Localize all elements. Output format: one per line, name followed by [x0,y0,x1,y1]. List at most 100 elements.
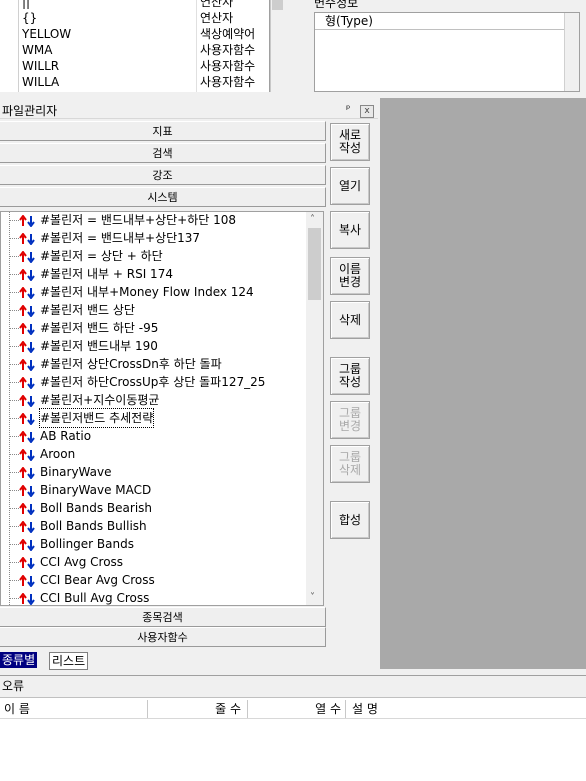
variable-table[interactable]: 형(Type) [314,12,580,92]
tree-connector [9,364,19,365]
merge-button[interactable]: 합성 [330,501,370,539]
open-button[interactable]: 열기 [330,167,370,205]
function-type: 사용자함수 [200,43,256,57]
up-down-arrows-icon [19,502,37,516]
delete-group-button[interactable]: 그룹 삭제 [330,445,370,483]
function-name: WMA [22,43,53,57]
splitter[interactable] [284,0,306,92]
category-bar[interactable]: 사용자함수 [0,627,326,647]
function-name: YELLOW [22,27,72,41]
new-button[interactable]: 새로 작성 [330,123,370,161]
scrollbar-thumb[interactable] [272,0,283,10]
close-icon[interactable]: x [360,105,374,118]
up-down-arrows-icon [19,340,37,354]
function-row[interactable]: WILLR 사용자함수 [0,58,269,74]
tree-connector [9,508,19,509]
category-bar[interactable]: 강조 [0,165,326,185]
scrollbar-thumb[interactable] [308,228,321,300]
up-down-arrows-icon [19,304,37,318]
tree-item-label: Boll Bands Bullish [40,519,147,533]
tree-item-label: #볼린저 내부+Money Flow Index 124 [40,285,254,299]
category-bar[interactable]: 종목검색 [0,607,326,627]
variable-info-label: 변수정보 [314,0,359,10]
function-type: 사용자함수 [200,75,256,89]
function-row[interactable]: {} 연산자 [0,10,269,26]
tree-item-label: #볼린저 밴드내부 190 [40,339,158,353]
function-name: WILLR [22,59,60,73]
error-column-headers: 이 름 줄 수 열 수 설 명 [0,700,586,719]
pin-icon[interactable]: ᵖ [346,104,350,115]
function-type: 사용자함수 [200,59,256,73]
column-description[interactable]: 설 명 [346,700,586,718]
up-down-arrows-icon [19,466,37,480]
type-column-header[interactable]: 형(Type) [315,13,579,30]
error-panel: 오류 이 름 줄 수 열 수 설 명 [0,675,586,781]
tree-item-label: Aroon [40,447,76,461]
rename-button[interactable]: 이름 변경 [330,257,370,295]
tree-connector [9,436,19,437]
variable-scrollbar[interactable] [564,13,579,91]
column-line[interactable]: 줄 수 [148,700,248,718]
tree-connector [9,238,19,239]
tree-guide-line [9,212,10,605]
up-down-arrows-icon [19,358,37,372]
copy-button[interactable]: 복사 [330,211,370,249]
tree-item-label: #볼린저+지수이동평균 [40,393,160,407]
up-down-arrows-icon [19,448,37,462]
function-row[interactable]: || 연산자 [0,0,269,10]
tree-connector [9,346,19,347]
up-down-arrows-icon [19,484,37,498]
up-down-arrows-icon [19,376,37,390]
tree-item-label: Boll Bands Bearish [40,501,153,515]
file-tree-scrollbar[interactable]: ˄ ˅ [306,212,323,605]
category-bar[interactable]: 시스템 [0,187,326,207]
function-list[interactable]: || 연산자{} 연산자 YELLOW 색상예약어 WMA 사용자함수 WILLR 사용자함수 W… [0,0,270,92]
button-label: 복사 [338,222,362,237]
up-down-arrows-icon [19,430,37,444]
file-manager-title: 파일관리자 [2,104,58,118]
tree-connector [9,472,19,473]
rename-group-button[interactable]: 그룹 변경 [330,401,370,439]
function-row[interactable]: WMA 사용자함수 [0,42,269,58]
tree-connector [9,418,19,419]
tab-list[interactable]: 리스트 [49,652,89,670]
column-name[interactable]: 이 름 [0,700,148,718]
up-down-arrows-icon [19,520,37,534]
function-row[interactable]: YELLOW 색상예약어 [0,26,269,42]
button-label: 그룹 작성 [338,362,362,389]
function-name: {} [22,11,38,25]
delete-button[interactable]: 삭제 [330,301,370,339]
tab-by-type[interactable]: 종류별 [0,652,38,668]
tree-connector [9,490,19,491]
up-down-arrows-icon [19,556,37,570]
scroll-down-icon[interactable]: ˅ [310,592,315,603]
tree-item-label: #볼린저 = 상단 + 하단 [40,249,163,263]
up-down-arrows-icon [19,394,37,408]
tree-connector [9,454,19,455]
function-name: WILLA [22,75,60,89]
tree-item-label: #볼린저 = 밴드내부+상단137 [40,231,201,245]
function-type: 연산자 [200,0,234,9]
function-type: 연산자 [200,11,234,25]
view-tabs: 종류별 리스트 [0,652,200,670]
category-bar[interactable]: 검색 [0,143,326,163]
tree-connector [9,598,19,599]
category-bar[interactable]: 지표 [0,121,326,141]
up-down-arrows-icon [19,268,37,282]
button-label: 삭제 [338,312,362,327]
tree-connector [9,562,19,563]
tree-item-label: CCI Avg Cross [40,555,124,569]
up-down-arrows-icon [19,592,37,605]
function-row[interactable]: WILLA 사용자함수 [0,74,269,90]
column-col[interactable]: 열 수 [248,700,346,718]
function-name: || [22,0,31,9]
tree-connector [9,292,19,293]
scroll-up-icon[interactable]: ˄ [310,214,315,225]
file-tree[interactable]: #볼린저 = 밴드내부+상단+하단 108 #볼린저 = 밴드내부+상단137 #볼… [0,211,324,606]
up-down-arrows-icon [19,232,37,246]
file-manager-titlebar: 파일관리자 ᵖ x [0,103,378,119]
tree-connector [9,310,19,311]
function-list-scrollbar[interactable] [270,0,284,92]
create-group-button[interactable]: 그룹 작성 [330,357,370,395]
tree-item-label: #볼린저 밴드 상단 [40,303,135,317]
